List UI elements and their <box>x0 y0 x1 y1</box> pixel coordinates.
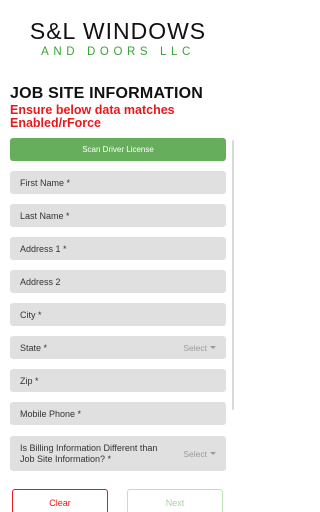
mobile-phone-label: Mobile Phone * <box>20 408 82 419</box>
billing-select-value: Select <box>183 436 216 471</box>
city-field[interactable]: City * <box>10 303 226 326</box>
first-name-field[interactable]: First Name * <box>10 171 226 194</box>
last-name-field[interactable]: Last Name * <box>10 204 226 227</box>
page-title: JOB SITE INFORMATION <box>10 85 204 102</box>
mobile-phone-field[interactable]: Mobile Phone * <box>10 402 226 425</box>
logo-line-2: AND DOORS LLC <box>41 46 195 58</box>
state-select[interactable]: State * Select <box>10 336 226 359</box>
chevron-down-icon <box>210 452 216 455</box>
logo-line-1: S&L WINDOWS <box>29 18 207 44</box>
scrollbar[interactable] <box>232 140 234 410</box>
next-button[interactable]: Next <box>127 489 223 512</box>
billing-different-label: Is Billing Information Different than Jo… <box>20 442 158 464</box>
clear-button[interactable]: Clear <box>12 489 108 512</box>
chevron-down-icon <box>210 346 216 349</box>
address-2-label: Address 2 <box>20 276 61 287</box>
address-2-field[interactable]: Address 2 <box>10 270 226 293</box>
zip-label: Zip * <box>20 375 39 386</box>
billing-different-select[interactable]: Is Billing Information Different than Jo… <box>10 436 226 471</box>
first-name-label: First Name * <box>20 177 71 188</box>
zip-field[interactable]: Zip * <box>10 369 226 392</box>
scan-driver-license-button[interactable]: Scan Driver License <box>10 138 226 161</box>
company-logo: S&L WINDOWS AND DOORS LLC <box>0 18 236 59</box>
state-label: State * <box>20 342 48 353</box>
address-1-field[interactable]: Address 1 * <box>10 237 226 260</box>
state-select-value: Select <box>183 336 216 359</box>
state-select-placeholder: Select <box>183 342 207 353</box>
data-match-warning: Ensure below data matches Enabled/rForce <box>10 103 175 130</box>
address-1-label: Address 1 * <box>20 243 67 254</box>
billing-select-placeholder: Select <box>183 448 207 459</box>
city-label: City * <box>20 309 42 320</box>
last-name-label: Last Name * <box>20 210 70 221</box>
job-site-information-screen: S&L WINDOWS AND DOORS LLC JOB SITE INFOR… <box>0 0 236 512</box>
